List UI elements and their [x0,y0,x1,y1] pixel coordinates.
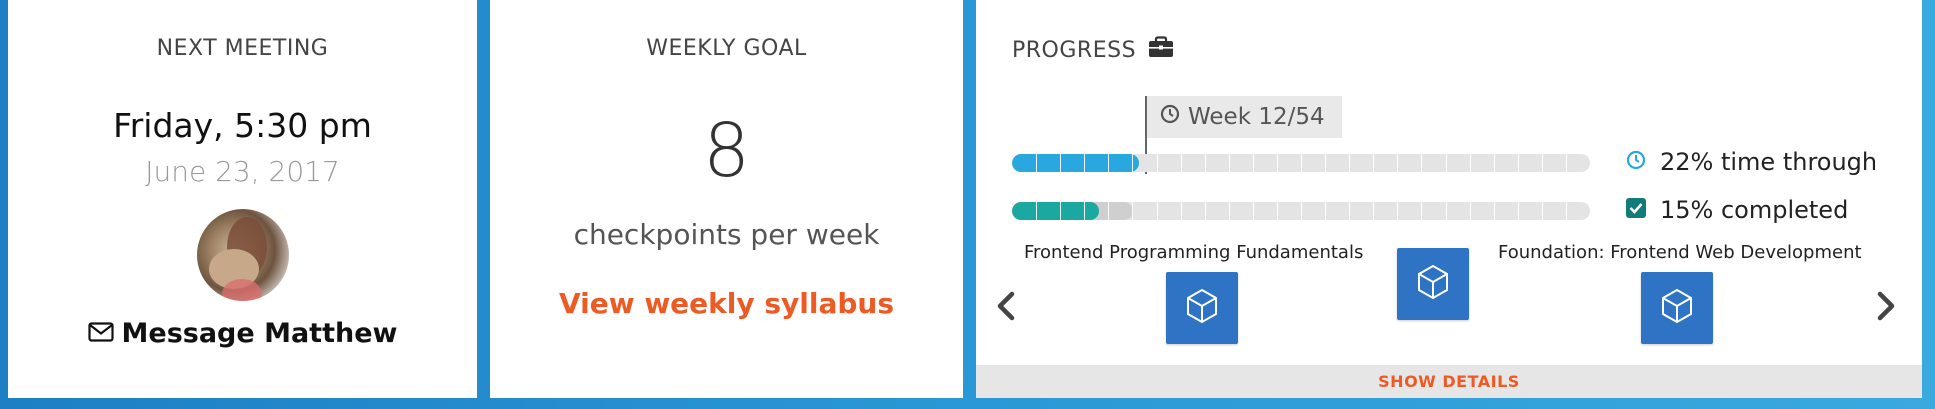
week-tick [1228,154,1230,172]
completion-progress-fill [1012,202,1099,220]
week-tick [1084,202,1086,220]
week-tick [1469,202,1471,220]
course-node[interactable] [1397,248,1469,320]
next-meeting-card: NEXT MEETING Friday, 5:30 pm June 23, 20… [8,0,477,398]
time-progress-bar [1012,154,1590,172]
current-week-label: Week 12/54 [1146,96,1342,138]
week-tick [1373,202,1375,220]
week-tick [1469,154,1471,172]
week-text: Week 12/54 [1188,104,1325,130]
weekly-goal-unit: checkpoints per week [573,218,880,251]
week-tick [1517,202,1519,220]
progress-title: PROGRESS [1012,37,1137,63]
week-tick [1084,154,1086,172]
previous-button[interactable] [991,290,1021,326]
envelope-icon [87,318,114,349]
week-tick [1036,154,1038,172]
progress-card: PROGRESS Week 12/54 22% time through 15%… [976,0,1922,398]
week-tick [1397,154,1399,172]
time-through-stat: 22% time through [1626,148,1877,176]
week-tick [1373,154,1375,172]
course-label: Frontend Programming Fundamentals [1024,242,1364,263]
week-tick [1108,202,1110,220]
next-button[interactable] [1871,290,1901,326]
time-progress-fill [1012,154,1140,172]
week-tick [1445,154,1447,172]
week-tick [1204,202,1206,220]
cube-icon [1416,264,1450,305]
week-tick [1132,154,1134,172]
week-tick [1421,154,1423,172]
course-node[interactable] [1641,272,1713,344]
completion-progress-bar [1012,202,1590,220]
week-tick [1276,202,1278,220]
week-tick [1301,202,1302,220]
weekly-goal-card: WEEKLY GOAL 8 checkpoints per week View … [490,0,963,398]
week-tick [1541,202,1543,220]
course-label: Foundation: Frontend Web Development [1498,242,1862,263]
meeting-day-time: Friday, 5:30 pm [113,106,372,145]
week-tick [1397,202,1399,220]
week-tick [1204,154,1206,172]
mentor-avatar[interactable] [197,209,289,301]
chevron-left-icon [996,291,1016,326]
week-tick [1301,154,1302,172]
next-meeting-title: NEXT MEETING [156,36,329,61]
week-tick [1180,202,1182,220]
checkbox-checked-icon [1626,196,1646,224]
week-tick [1349,154,1351,172]
week-tick [1349,202,1351,220]
week-tick [1132,202,1134,220]
message-mentor-link[interactable]: Message Matthew [8,318,477,349]
week-tick [1228,202,1230,220]
week-tick [1421,202,1423,220]
week-tick [1565,202,1567,220]
week-tick [1036,202,1038,220]
week-tick [1108,154,1110,172]
clock-icon [1160,104,1180,130]
week-tick [1276,154,1278,172]
view-weekly-syllabus-link[interactable]: View weekly syllabus [490,287,963,320]
week-tick [1060,154,1062,172]
week-tick [1156,154,1158,172]
week-tick [1445,202,1447,220]
cube-icon [1660,288,1694,329]
briefcase-icon [1148,36,1174,64]
chevron-right-icon [1876,291,1896,326]
week-tick [1493,154,1495,172]
meeting-date: June 23, 2017 [145,155,340,188]
week-tick [1252,154,1254,172]
completed-label: 15% completed [1660,196,1849,224]
week-tick [1060,202,1062,220]
progress-title-row: PROGRESS [1012,36,1174,64]
week-tick [1517,154,1519,172]
clock-icon [1626,148,1646,176]
week-tick [1325,154,1327,172]
completed-stat: 15% completed [1626,196,1848,224]
week-tick [1565,154,1567,172]
show-details-button[interactable]: SHOW DETAILS [976,365,1922,398]
week-tick [1541,154,1543,172]
time-through-label: 22% time through [1660,148,1878,176]
message-mentor-label: Message Matthew [121,318,398,349]
week-tick [1493,202,1495,220]
course-node[interactable] [1166,272,1238,344]
week-tick [1325,202,1327,220]
week-tick [1156,202,1158,220]
cube-icon [1185,288,1219,329]
week-tick [1180,154,1182,172]
weekly-goal-title: WEEKLY GOAL [646,36,807,61]
week-tick [1252,202,1254,220]
weekly-goal-number: 8 [702,108,751,194]
